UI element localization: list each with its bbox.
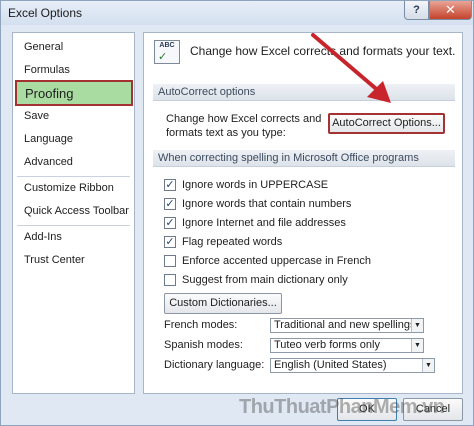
nav-item-proofing-label: Proofing <box>25 86 74 101</box>
spelling-section-header: When correcting spelling in Microsoft Of… <box>153 150 455 167</box>
checkbox-label: Ignore Internet and file addresses <box>182 217 346 229</box>
title-bar: Excel Options ? ✕ <box>1 1 473 25</box>
dictionary-language-label: Dictionary language: <box>164 359 265 371</box>
checkbox-ignore-uppercase[interactable]: ✓ Ignore words in UPPERCASE <box>164 177 328 193</box>
options-nav: General Formulas Proofing Save Language … <box>12 32 135 394</box>
nav-item-quick-access-toolbar[interactable]: Quick Access Toolbar <box>13 201 134 221</box>
nav-divider <box>17 225 130 226</box>
autocorrect-description-line: formats text as you type: <box>166 127 286 139</box>
checkbox-label: Ignore words that contain numbers <box>182 198 352 210</box>
spanish-modes-select[interactable]: Tuteo verb forms only ▼ <box>270 338 424 353</box>
close-button[interactable]: ✕ <box>429 1 472 20</box>
checkbox-box[interactable] <box>164 255 176 267</box>
checkbox-flag-repeated-words[interactable]: ✓ Flag repeated words <box>164 234 282 250</box>
chevron-down-icon[interactable]: ▼ <box>422 359 434 372</box>
checkbox-box[interactable] <box>164 274 176 286</box>
checkmark-icon: ✓ <box>158 51 168 63</box>
nav-item-formulas[interactable]: Formulas <box>13 60 134 80</box>
french-modes-label: French modes: <box>164 319 238 331</box>
nav-item-trust-center[interactable]: Trust Center <box>13 250 134 270</box>
chevron-down-icon[interactable]: ▼ <box>411 319 423 332</box>
spanish-modes-label: Spanish modes: <box>164 339 243 351</box>
autocorrect-options-button[interactable]: AutoCorrect Options... <box>328 113 445 134</box>
checkbox-box[interactable]: ✓ <box>164 198 176 210</box>
french-modes-value: Traditional and new spellings <box>274 319 416 331</box>
french-modes-select[interactable]: Traditional and new spellings ▼ <box>270 318 424 333</box>
checkbox-label: Ignore words in UPPERCASE <box>182 179 329 191</box>
nav-item-advanced[interactable]: Advanced <box>13 152 134 172</box>
nav-item-save[interactable]: Save <box>13 106 134 126</box>
checkbox-label: Flag repeated words <box>182 236 283 248</box>
abc-icon-text: ABC <box>159 42 175 49</box>
nav-item-language[interactable]: Language <box>13 129 134 149</box>
checkbox-box[interactable]: ✓ <box>164 236 176 248</box>
abc-proofing-icon: ABC ✓ <box>154 40 180 64</box>
checkbox-main-dictionary-only[interactable]: Suggest from main dictionary only <box>164 272 348 288</box>
chevron-down-icon[interactable]: ▼ <box>411 339 423 352</box>
nav-item-add-ins[interactable]: Add-Ins <box>13 227 134 247</box>
excel-options-window: Excel Options ? ✕ General Formulas Proof… <box>0 0 474 426</box>
nav-divider <box>17 176 130 177</box>
checkbox-box[interactable]: ✓ <box>164 217 176 229</box>
autocorrect-description: Change how Excel corrects and formats te… <box>166 112 321 140</box>
custom-dictionaries-button[interactable]: Custom Dictionaries... <box>164 293 282 314</box>
dictionary-language-value: English (United States) <box>274 359 387 371</box>
checkbox-ignore-internet-addresses[interactable]: ✓ Ignore Internet and file addresses <box>164 215 346 231</box>
annotation-arrow <box>311 33 391 103</box>
nav-item-general[interactable]: General <box>13 37 134 57</box>
nav-item-proofing[interactable]: Proofing <box>15 80 133 106</box>
checkbox-label: Enforce accented uppercase in French <box>182 255 371 267</box>
spanish-modes-value: Tuteo verb forms only <box>274 339 380 351</box>
checkbox-label: Suggest from main dictionary only <box>182 274 348 286</box>
checkbox-enforce-french-uppercase[interactable]: Enforce accented uppercase in French <box>164 253 371 269</box>
checkbox-ignore-numbers[interactable]: ✓ Ignore words that contain numbers <box>164 196 351 212</box>
watermark-text: ThuThuatPhanMem.vn <box>239 396 445 418</box>
window-title: Excel Options <box>8 6 83 20</box>
autocorrect-description-line: Change how Excel corrects and <box>166 113 322 125</box>
checkbox-box[interactable]: ✓ <box>164 179 176 191</box>
help-button[interactable]: ? <box>404 1 429 20</box>
nav-item-customize-ribbon[interactable]: Customize Ribbon <box>13 178 134 198</box>
dictionary-language-select[interactable]: English (United States) ▼ <box>270 358 435 373</box>
